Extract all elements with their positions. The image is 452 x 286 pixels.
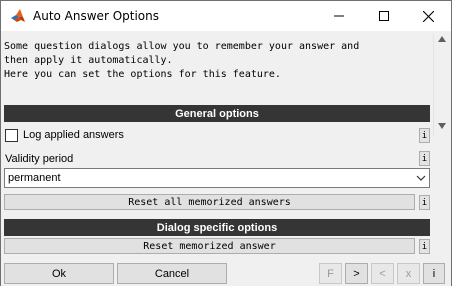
auto-answer-options-window: Auto Answer Options Some question dialog… (0, 0, 452, 286)
minimize-button[interactable] (316, 1, 361, 31)
reset-all-memorized-answers-button[interactable]: Reset all memorized answers (4, 194, 415, 210)
info-button[interactable]: i (419, 128, 430, 143)
validity-period-label: Validity period (5, 153, 74, 165)
nav-first-button[interactable]: F (319, 263, 342, 284)
log-applied-answers-label[interactable]: Log applied answers (23, 129, 124, 141)
nav-info-button[interactable]: i (423, 263, 445, 284)
info-button[interactable]: i (419, 151, 430, 166)
intro-line: Some question dialogs allow you to remem… (4, 41, 360, 52)
general-options-header: General options (4, 105, 430, 122)
info-button[interactable]: i (419, 195, 430, 210)
scroll-up-icon[interactable] (434, 36, 450, 46)
title-bar[interactable]: Auto Answer Options (1, 1, 451, 31)
dialog-content: Some question dialogs allow you to remem… (1, 31, 451, 286)
intro-line: Here you can set the options for this fe… (4, 69, 281, 80)
matlab-logo-icon (10, 8, 26, 24)
validity-period-value: permanent (8, 172, 61, 184)
intro-line: then apply it automatically. (4, 55, 173, 66)
cancel-button[interactable]: Cancel (117, 263, 227, 284)
ok-button[interactable]: Ok (4, 263, 114, 284)
nav-close-button[interactable]: x (397, 263, 420, 284)
window-title: Auto Answer Options (33, 9, 159, 23)
validity-period-select[interactable]: permanent (4, 168, 430, 188)
nav-previous-button[interactable]: < (371, 263, 394, 284)
dialog-specific-options-header: Dialog specific options (4, 219, 430, 236)
maximize-button[interactable] (361, 1, 406, 31)
info-button[interactable]: i (419, 239, 430, 254)
scroll-down-icon[interactable] (434, 123, 450, 133)
log-applied-answers-checkbox[interactable] (5, 129, 18, 142)
intro-scrollbar[interactable] (433, 34, 449, 135)
reset-memorized-answer-button[interactable]: Reset memorized answer (4, 238, 415, 254)
close-button[interactable] (406, 1, 451, 31)
nav-next-button[interactable]: > (345, 263, 368, 284)
chevron-down-icon[interactable] (416, 173, 426, 183)
